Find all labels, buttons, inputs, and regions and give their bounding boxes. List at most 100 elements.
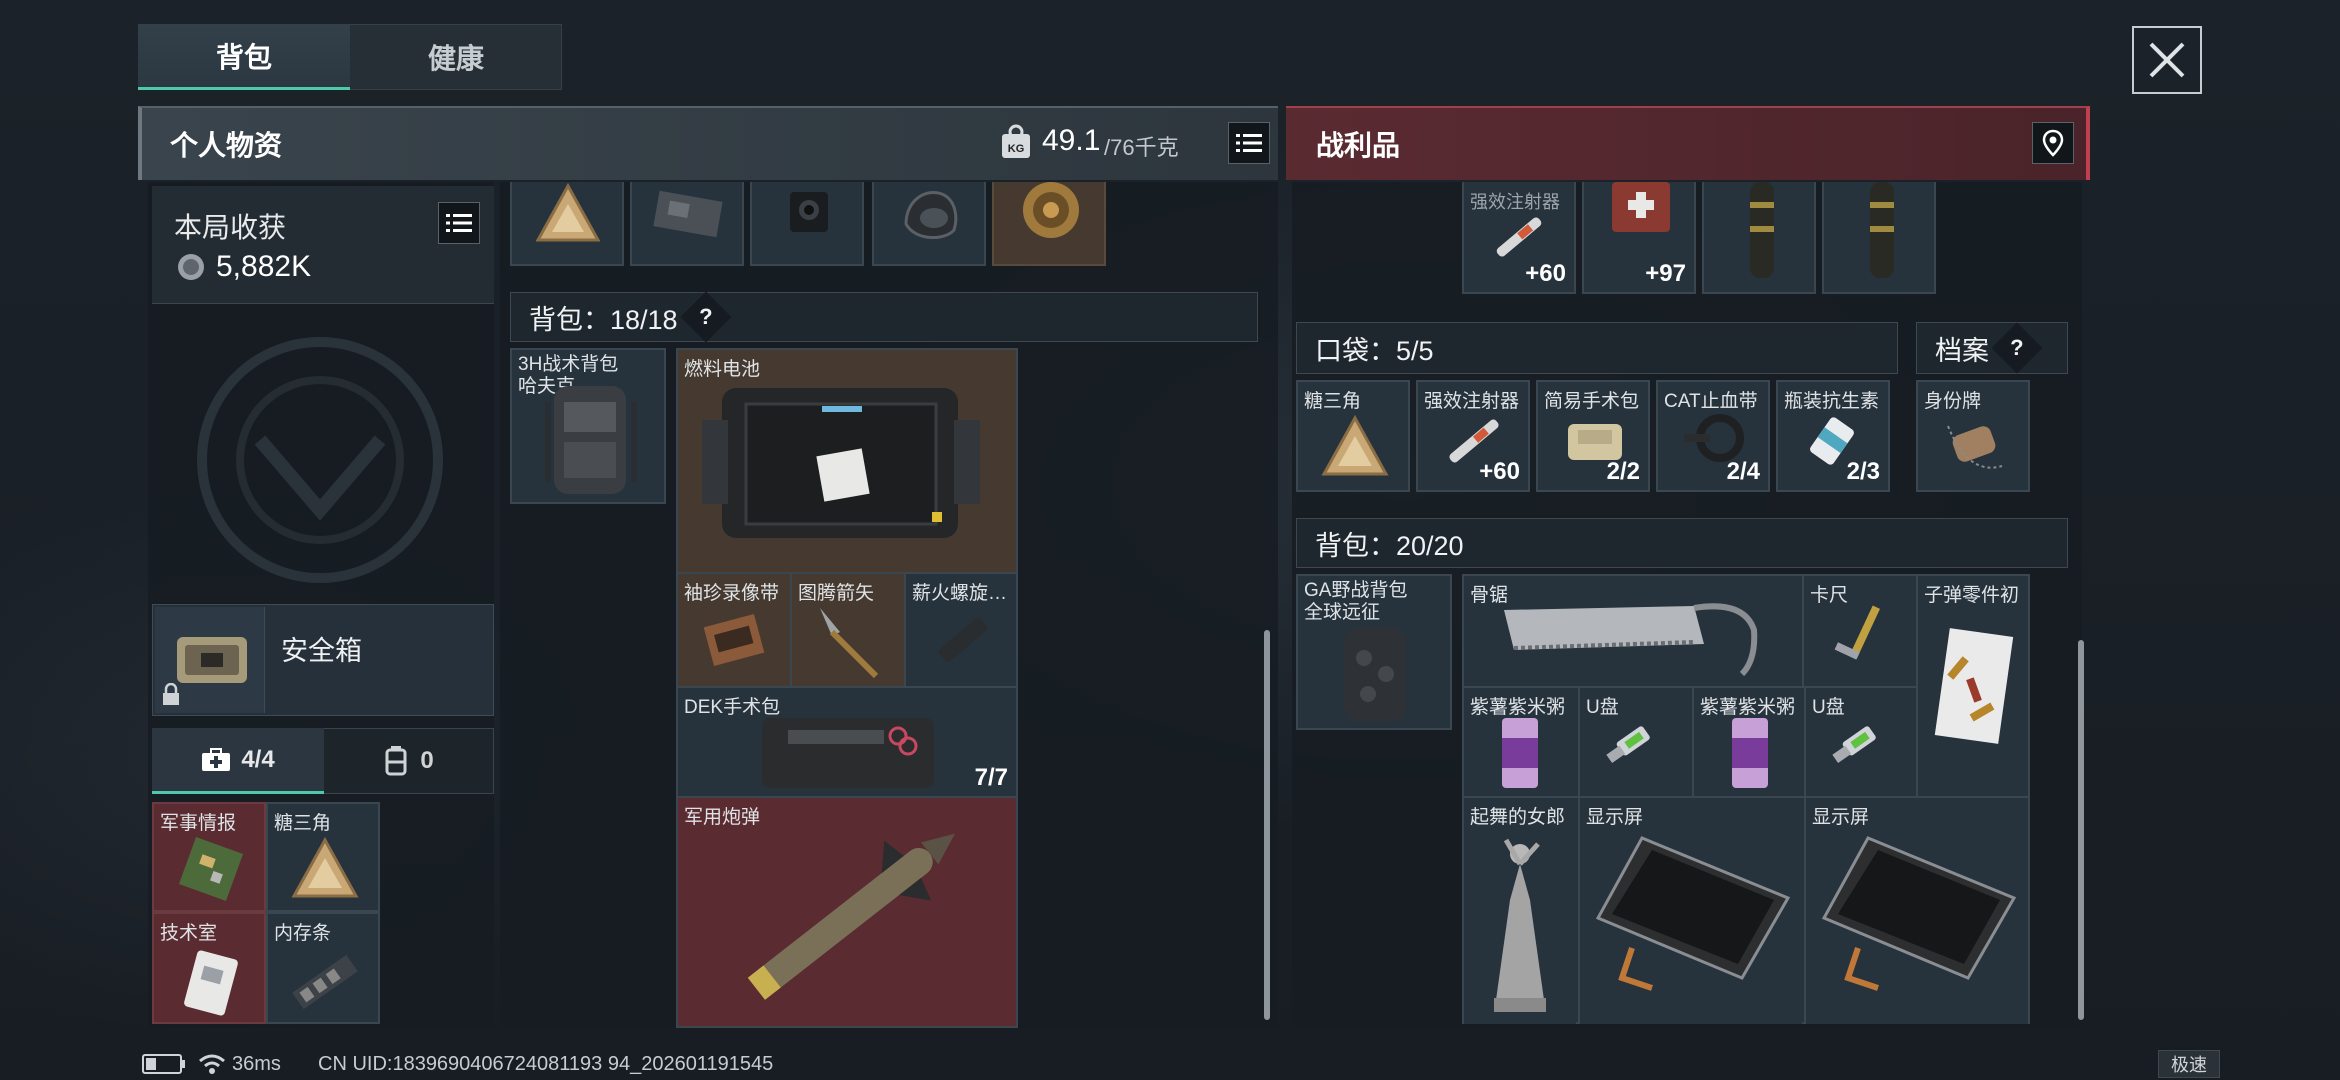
item-slot[interactable]: 强效注射器 +60 <box>1462 182 1576 294</box>
item-slot[interactable]: 军用炮弹 <box>678 798 1016 1026</box>
tab-medkit[interactable]: 4/4 <box>152 728 324 794</box>
battery-indicator <box>142 1052 186 1076</box>
item-label: 简易手术包 <box>1544 391 1640 412</box>
item-slot[interactable]: 内存条 <box>266 912 380 1024</box>
item-label: 强效注射器 <box>1424 391 1520 412</box>
pocket-slot[interactable]: 简易手术包 2/2 <box>1536 380 1650 492</box>
medical-box-icon <box>1612 182 1670 232</box>
item-quantity: +97 <box>1645 260 1686 287</box>
item-slot[interactable]: U盘 <box>1804 688 1916 796</box>
item-label: 强效注射器 <box>1470 192 1560 212</box>
pocket-slot[interactable]: CAT止血带 2/4 <box>1656 380 1770 492</box>
item-slot[interactable]: 军事情报 <box>152 802 266 912</box>
item-label: CAT止血带 <box>1664 391 1758 412</box>
close-icon <box>2149 42 2185 78</box>
map-pin-icon <box>2042 129 2064 157</box>
item-slot[interactable]: DEK手术包 7/7 <box>678 688 1016 796</box>
item-label: U盘 <box>1586 697 1619 718</box>
item-slot[interactable]: 图腾箭矢 <box>790 574 904 686</box>
loot-backpack-count: 背包：20/20 <box>1315 530 1464 561</box>
pocket-header: 口袋：5/5 <box>1296 322 1898 374</box>
loot-title: 战利品 <box>1316 130 1401 161</box>
triangle-token-icon <box>1321 414 1389 476</box>
item-slot[interactable]: 薪火螺旋… <box>904 574 1016 686</box>
item-slot[interactable]: 卡尺 <box>1802 576 1916 686</box>
equip-slot[interactable] <box>992 182 1106 266</box>
usb-drive-icon <box>1606 726 1650 763</box>
bone-saw-icon <box>1504 603 1758 677</box>
item-slot[interactable]: U盘 <box>1578 688 1690 796</box>
tab-backpack[interactable]: 背包 <box>138 24 350 90</box>
equip-slot[interactable] <box>872 182 986 266</box>
pocket-slot[interactable]: 强效注射器 +60 <box>1416 380 1530 492</box>
item-slot[interactable]: 起舞的女郎 <box>1464 798 1576 1024</box>
close-button[interactable] <box>2132 26 2202 94</box>
fuel-cell-icon <box>702 388 980 538</box>
pocket-slot[interactable]: 糖三角 <box>1296 380 1410 492</box>
pocket-slot[interactable]: 瓶装抗生素 2/3 <box>1776 380 1890 492</box>
display-panel-icon <box>1821 836 2017 991</box>
item-quantity: 2/2 <box>1606 458 1640 485</box>
round-gain-label: 本局收获 <box>174 212 287 243</box>
equip-slot[interactable] <box>630 182 744 266</box>
item-slot[interactable]: 显示屏 <box>1804 798 2028 1024</box>
coin-icon <box>178 254 204 280</box>
item-slot[interactable]: 子弹零件初 <box>1916 576 2028 796</box>
left-scrollbar[interactable] <box>1264 630 1270 1020</box>
grip-icon <box>1750 182 1774 278</box>
item-slot[interactable]: 袖珍录像带 <box>678 574 790 686</box>
safebox-label: 安全箱 <box>281 636 362 666</box>
item-slot[interactable]: 紫薯紫米粥 <box>1692 688 1804 796</box>
equip-slot[interactable] <box>510 182 624 266</box>
item-label: 糖三角 <box>1304 391 1362 412</box>
location-button[interactable] <box>2032 122 2074 164</box>
item-label: 子弹零件初 <box>1924 585 2020 606</box>
backpack-icon <box>1344 628 1406 722</box>
memory-stick-icon <box>292 954 358 1010</box>
wifi-icon <box>199 1054 225 1074</box>
backpack-header: 背包：18/18 ? <box>510 291 1258 343</box>
safebox-slot[interactable]: 安全箱 <box>152 604 494 716</box>
item-slot[interactable]: 紫薯紫米粥 <box>1464 688 1576 796</box>
item-slot[interactable] <box>1702 182 1816 294</box>
arrow-icon <box>820 608 879 679</box>
item-quantity: +60 <box>1525 260 1566 287</box>
item-slot[interactable]: 显示屏 <box>1578 798 1802 1024</box>
triangle-token-icon <box>291 836 359 898</box>
relic-icon <box>1023 182 1079 238</box>
bullet-parts-icon <box>1934 628 2014 744</box>
weight-icon: KG <box>1002 124 1030 158</box>
item-label: 袖珍录像带 <box>684 583 780 604</box>
equip-slot[interactable] <box>750 182 864 266</box>
right-scrollbar[interactable] <box>2078 640 2084 1020</box>
help-icon[interactable]: ? <box>1991 322 2043 374</box>
other-count: 0 <box>420 747 434 774</box>
item-label: 身份牌 <box>1924 391 1982 412</box>
gain-detail-button[interactable] <box>438 202 480 244</box>
tab-other-container[interactable]: 0 <box>324 728 494 794</box>
item-quantity: 7/7 <box>974 764 1008 791</box>
loot-backpack-header: 背包：20/20 <box>1296 518 2068 568</box>
bag-slot[interactable]: GA野战背包 全球远征 <box>1296 574 1452 730</box>
surgery-kit-icon <box>762 718 934 788</box>
bag-slot[interactable]: 3H战术背包 哈夫克 <box>510 348 666 504</box>
pocket-count: 口袋：5/5 <box>1315 335 1434 366</box>
medkit-icon <box>202 747 231 771</box>
item-quantity: 2/4 <box>1726 458 1760 485</box>
sort-button[interactable] <box>1228 122 1270 164</box>
syringe-icon <box>1496 217 1542 257</box>
item-slot[interactable] <box>1822 182 1936 294</box>
item-slot[interactable]: +97 <box>1582 182 1696 294</box>
item-slot[interactable]: 燃料电池 <box>678 350 1016 572</box>
tab-health[interactable]: 健康 <box>350 24 562 90</box>
item-slot[interactable]: 技术室 <box>152 912 266 1024</box>
purple-can-icon <box>1732 718 1768 788</box>
speed-mode-badge[interactable]: 极速 <box>2158 1050 2220 1078</box>
armor-plate-icon <box>653 190 723 238</box>
backpack-count: 背包：18/18 <box>529 304 678 335</box>
help-icon[interactable]: ? <box>680 291 732 343</box>
archive-slot[interactable]: 身份牌 <box>1916 380 2030 492</box>
emblem-icon <box>197 337 443 583</box>
item-slot[interactable]: 骨锯 <box>1464 576 1800 686</box>
item-slot[interactable]: 糖三角 <box>266 802 380 912</box>
